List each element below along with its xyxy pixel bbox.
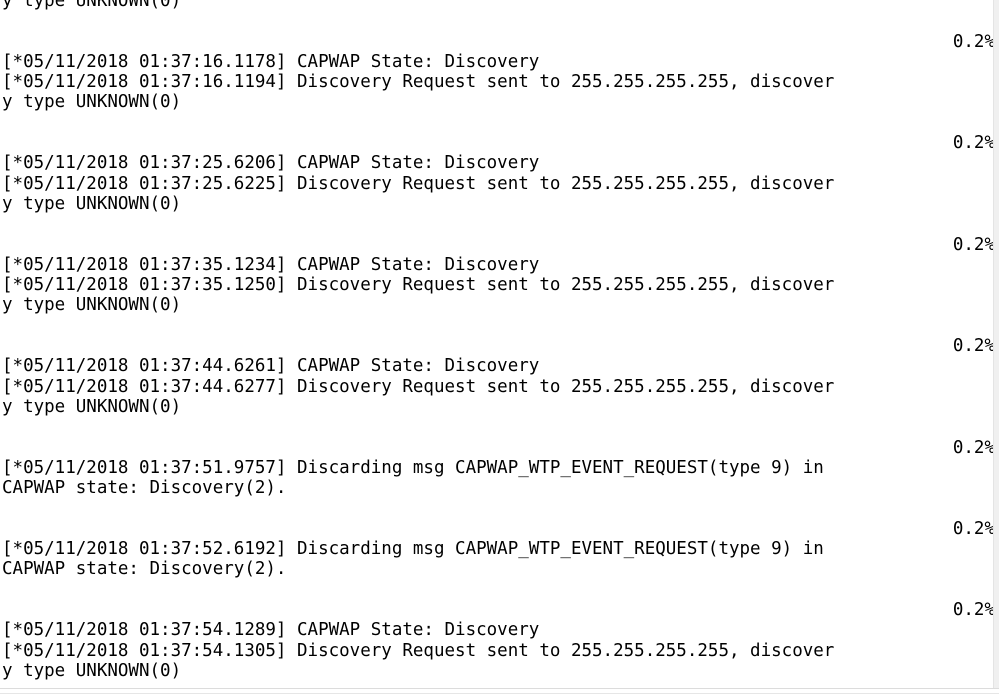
log-line: CAPWAP state: Discovery(2). (2, 559, 287, 580)
log-line: y type UNKNOWN(0) (2, 295, 182, 316)
log-line: [*05/11/2018 01:37:54.1289] CAPWAP State… (2, 620, 540, 641)
terminal-log-output[interactable]: y type UNKNOWN(0) 0.2% [*05/11/2018 01:37… (0, 0, 999, 694)
log-blank-line (2, 417, 999, 437)
log-blank-line (2, 316, 999, 336)
log-line: [*05/11/2018 01:37:35.1234] CAPWAP State… (2, 254, 540, 275)
log-line: [*05/11/2018 01:37:44.6277] Discovery Re… (2, 376, 835, 397)
progress-percent-line: 0.2% (952, 31, 995, 52)
log-line: [*05/11/2018 01:37:54.1305] Discovery Re… (2, 640, 835, 661)
log-blank-line (2, 113, 999, 133)
log-blank-line (2, 214, 999, 234)
log-line: [*05/11/2018 01:37:35.1250] Discovery Re… (2, 275, 835, 296)
log-line: [*05/11/2018 01:37:52.6192] Discarding m… (2, 539, 824, 560)
log-line: y type UNKNOWN(0) (2, 0, 182, 11)
log-line: [*05/11/2018 01:37:25.6206] CAPWAP State… (2, 153, 540, 174)
progress-percent-line: 0.2% (952, 234, 995, 255)
log-blank-line (2, 498, 999, 518)
log-line: [*05/11/2018 01:37:51.9757] Discarding m… (2, 457, 824, 478)
progress-percent-line: 0.2% (952, 437, 995, 458)
log-blank-line (2, 580, 999, 600)
progress-percent-line: 0.2% (952, 133, 995, 154)
log-line: y type UNKNOWN(0) (2, 660, 182, 681)
terminal-window[interactable]: y type UNKNOWN(0) 0.2% [*05/11/2018 01:37… (0, 0, 999, 694)
log-blank-line (2, 11, 999, 31)
log-line: [*05/11/2018 01:37:25.6225] Discovery Re… (2, 173, 835, 194)
log-line: [*05/11/2018 01:37:16.1178] CAPWAP State… (2, 51, 540, 72)
terminal-scroll-gutter[interactable] (993, 0, 999, 694)
progress-percent-line: 0.2% (952, 336, 995, 357)
log-line: y type UNKNOWN(0) (2, 193, 182, 214)
log-line: CAPWAP state: Discovery(2). (2, 478, 287, 499)
progress-percent-line: 0.2% (952, 599, 995, 620)
log-line: [*05/11/2018 01:37:16.1194] Discovery Re… (2, 72, 835, 93)
terminal-bottom-divider (0, 688, 999, 694)
log-line: [*05/11/2018 01:37:44.6261] CAPWAP State… (2, 356, 540, 377)
progress-percent-line: 0.2% (952, 518, 995, 539)
log-line: y type UNKNOWN(0) (2, 92, 182, 113)
log-line: y type UNKNOWN(0) (2, 396, 182, 417)
